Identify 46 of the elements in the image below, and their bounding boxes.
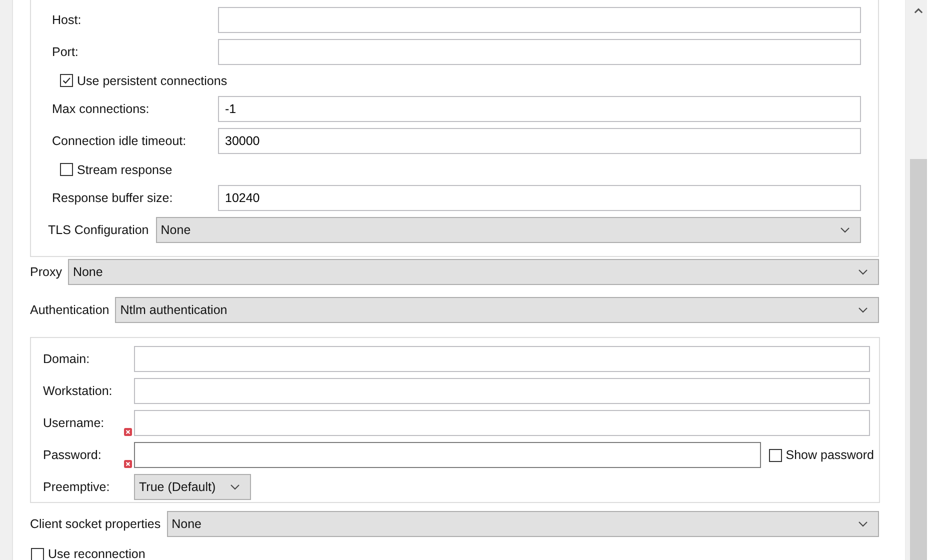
field-label: Username: — [43, 416, 104, 430]
dropdown[interactable]: None — [156, 217, 861, 243]
input-field[interactable] — [134, 346, 870, 372]
input-field[interactable]: 30000 — [218, 128, 861, 154]
scroll-thumb[interactable] — [910, 159, 926, 560]
checkbox-label: Use reconnection — [48, 547, 146, 560]
input-field[interactable] — [218, 7, 861, 33]
password-field[interactable] — [134, 442, 761, 468]
field-label: Authentication — [30, 303, 110, 317]
field-label: Port: — [52, 45, 80, 59]
input-field[interactable] — [134, 378, 870, 404]
input-field[interactable]: 10240 — [218, 185, 861, 211]
field-label: Domain: — [43, 352, 90, 366]
field-label: Password: — [43, 448, 102, 462]
input-field[interactable] — [218, 39, 861, 65]
scrollbar[interactable] — [905, 0, 927, 560]
field-label: Connection idle timeout: — [52, 134, 188, 148]
checkbox[interactable] — [60, 74, 73, 87]
input-field[interactable]: -1 — [218, 96, 861, 122]
checkbox-label: Stream response — [77, 162, 172, 176]
field-label: Workstation: — [43, 384, 112, 398]
field-label: TLS Configuration — [48, 223, 149, 237]
error-icon — [124, 460, 132, 468]
chevron-down-icon — [858, 307, 868, 313]
field-label: Host: — [52, 13, 82, 27]
field-label: Proxy — [30, 265, 62, 279]
field-label: Max connections: — [52, 102, 150, 116]
input-field[interactable] — [134, 410, 870, 436]
chevron-down-icon — [840, 227, 850, 233]
error-icon — [124, 428, 132, 436]
checkbox[interactable] — [31, 548, 44, 560]
checkbox-label: Show password — [786, 448, 874, 462]
checkbox[interactable] — [60, 163, 73, 176]
scroll-up-icon[interactable] — [914, 8, 922, 14]
field-label: Response buffer size: — [52, 191, 174, 205]
checkbox[interactable] — [768, 448, 782, 462]
chevron-down-icon — [858, 269, 868, 275]
dropdown[interactable]: True (Default) — [134, 474, 251, 500]
chevron-down-icon — [230, 484, 240, 490]
dropdown[interactable]: Ntlm authentication — [115, 297, 879, 323]
field-label: Preemptive: — [43, 480, 110, 494]
dropdown[interactable]: None — [68, 259, 879, 285]
field-label: Client socket properties — [30, 517, 161, 531]
checkbox-label: Use persistent connections — [77, 74, 228, 88]
dropdown[interactable]: None — [166, 511, 879, 537]
chevron-down-icon — [858, 521, 868, 527]
